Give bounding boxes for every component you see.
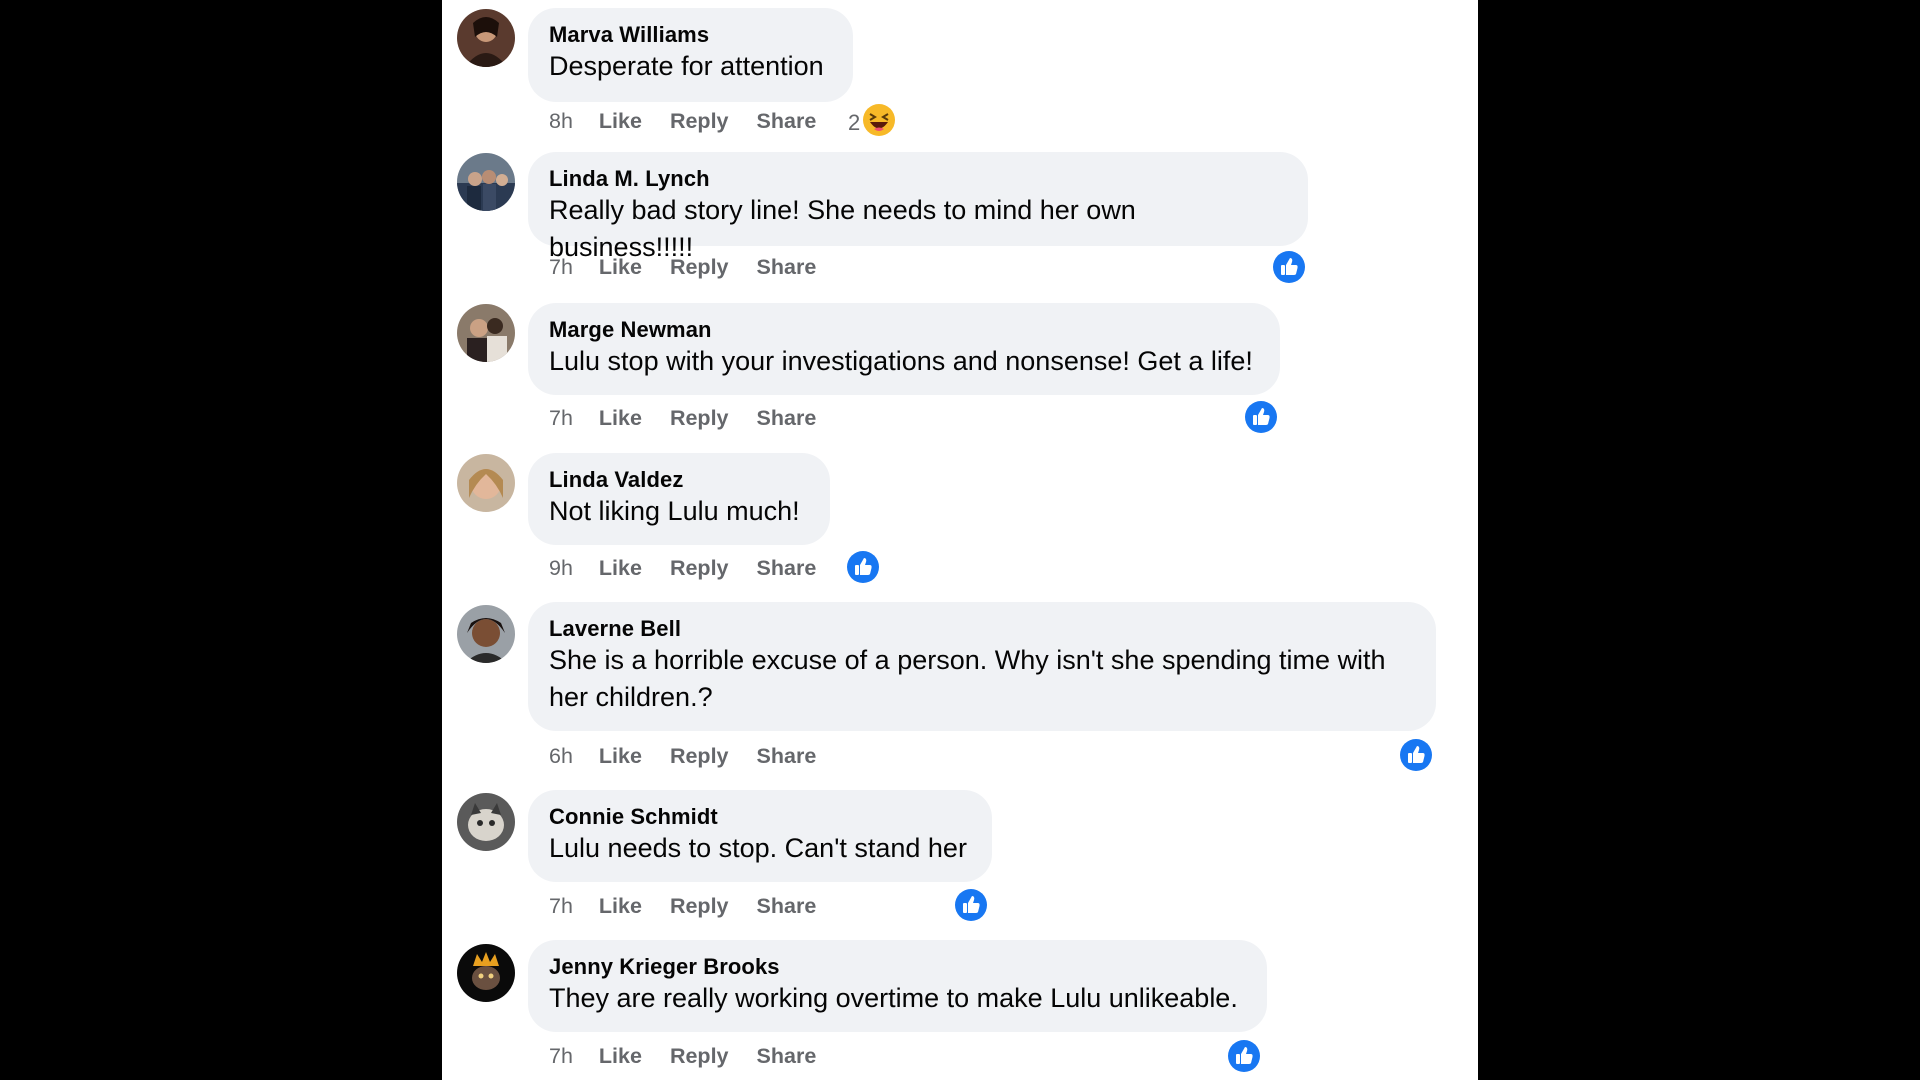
comment-author[interactable]: Linda M. Lynch xyxy=(549,166,1287,192)
reply-button[interactable]: Reply xyxy=(670,1041,729,1071)
comment-author[interactable]: Marva Williams xyxy=(549,22,832,48)
comment-time[interactable]: 7h xyxy=(549,891,573,921)
comment-author[interactable]: Jenny Krieger Brooks xyxy=(549,954,1246,980)
like-icon[interactable] xyxy=(1227,1039,1261,1073)
comment-text: Not liking Lulu much! xyxy=(549,496,800,526)
share-button[interactable]: Share xyxy=(757,403,817,433)
avatar[interactable] xyxy=(457,9,515,67)
comment-actions: 8h Like Reply Share xyxy=(549,106,816,136)
like-button[interactable]: Like xyxy=(599,106,642,136)
comment-actions: 9h Like Reply Share xyxy=(549,553,816,583)
comments-panel: Marva Williams Desperate for attention 8… xyxy=(442,0,1478,1080)
like-icon[interactable] xyxy=(954,888,988,922)
avatar[interactable] xyxy=(457,153,515,211)
reply-button[interactable]: Reply xyxy=(670,741,729,771)
comment-text: Lulu stop with your investigations and n… xyxy=(549,346,1253,376)
comment-bubble: Connie Schmidt Lulu needs to stop. Can't… xyxy=(528,790,992,882)
like-icon[interactable] xyxy=(1244,400,1278,434)
avatar[interactable] xyxy=(457,605,515,663)
reply-button[interactable]: Reply xyxy=(670,553,729,583)
comment-text: Desperate for attention xyxy=(549,51,824,81)
haha-icon[interactable] xyxy=(862,103,896,137)
reply-button[interactable]: Reply xyxy=(670,106,729,136)
share-button[interactable]: Share xyxy=(757,252,817,282)
comment-time[interactable]: 7h xyxy=(549,403,573,433)
share-button[interactable]: Share xyxy=(757,1041,817,1071)
comment-text: Lulu needs to stop. Can't stand her xyxy=(549,833,967,863)
comment-bubble: Linda Valdez Not liking Lulu much! xyxy=(528,453,830,545)
comment-bubble: Laverne Bell She is a horrible excuse of… xyxy=(528,602,1436,731)
comment-bubble: Marva Williams Desperate for attention xyxy=(528,8,853,102)
like-button[interactable]: Like xyxy=(599,252,642,282)
comment-author[interactable]: Marge Newman xyxy=(549,317,1259,343)
like-button[interactable]: Like xyxy=(599,403,642,433)
comment-text: They are really working overtime to make… xyxy=(549,983,1238,1013)
like-button[interactable]: Like xyxy=(599,891,642,921)
reply-button[interactable]: Reply xyxy=(670,252,729,282)
comment-bubble: Linda M. Lynch Really bad story line! Sh… xyxy=(528,152,1308,262)
comment-actions: 6h Like Reply Share xyxy=(549,741,816,771)
comment-actions: 7h Like Reply Share xyxy=(549,252,816,282)
comment-bubble: Marge Newman Lulu stop with your investi… xyxy=(528,303,1280,395)
share-button[interactable]: Share xyxy=(757,553,817,583)
comment-author[interactable]: Connie Schmidt xyxy=(549,804,971,830)
comment-time[interactable]: 6h xyxy=(549,741,573,771)
like-icon[interactable] xyxy=(846,550,880,584)
comment-text: She is a horrible excuse of a person. Wh… xyxy=(549,645,1386,712)
share-button[interactable]: Share xyxy=(757,106,817,136)
like-button[interactable]: Like xyxy=(599,741,642,771)
avatar[interactable] xyxy=(457,944,515,1002)
comment-time[interactable]: 7h xyxy=(549,252,573,282)
like-button[interactable]: Like xyxy=(599,553,642,583)
comment-actions: 7h Like Reply Share xyxy=(549,403,816,433)
avatar[interactable] xyxy=(457,304,515,362)
comment-actions: 7h Like Reply Share xyxy=(549,1041,816,1071)
comment-bubble: Jenny Krieger Brooks They are really wor… xyxy=(528,940,1267,1032)
comment-time[interactable]: 7h xyxy=(549,1041,573,1071)
comment-time[interactable]: 9h xyxy=(549,553,573,583)
like-icon[interactable] xyxy=(1399,738,1433,772)
share-button[interactable]: Share xyxy=(757,891,817,921)
avatar[interactable] xyxy=(457,454,515,512)
share-button[interactable]: Share xyxy=(757,741,817,771)
like-icon[interactable] xyxy=(1272,250,1306,284)
reply-button[interactable]: Reply xyxy=(670,403,729,433)
reply-button[interactable]: Reply xyxy=(670,891,729,921)
avatar[interactable] xyxy=(457,793,515,851)
comment-author[interactable]: Laverne Bell xyxy=(549,616,1408,642)
comment-time[interactable]: 8h xyxy=(549,106,573,136)
comment-author[interactable]: Linda Valdez xyxy=(549,467,809,493)
like-button[interactable]: Like xyxy=(599,1041,642,1071)
reaction-count[interactable]: 2 xyxy=(848,108,860,138)
comment-actions: 7h Like Reply Share xyxy=(549,891,816,921)
